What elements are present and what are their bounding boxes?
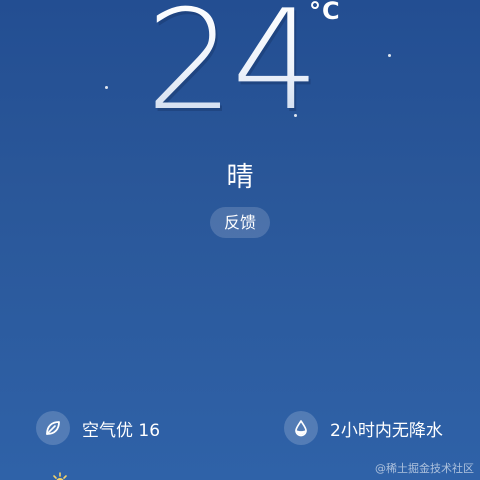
star-decoration (388, 54, 391, 57)
precipitation-item[interactable]: 2小时内无降水 (284, 410, 443, 446)
watermark: @稀土掘金技术社区 (375, 462, 474, 475)
temperature-unit: °C (309, 0, 341, 25)
weather-screen: 24 24 °C 晴 反馈 空气优 16 2小时内无降水 @稀土掘金技术社区 (0, 0, 480, 480)
precipitation-text: 2小时内无降水 (330, 420, 443, 441)
water-drop-icon (284, 411, 318, 445)
air-quality-text: 空气优 16 (82, 420, 161, 441)
star-decoration (105, 86, 108, 89)
sun-icon (53, 472, 67, 480)
temperature-value: 24 (146, 0, 320, 130)
air-quality-item[interactable]: 空气优 16 (36, 410, 160, 446)
leaf-icon (36, 411, 70, 445)
weather-condition: 晴 (226, 162, 254, 193)
feedback-button[interactable]: 反馈 (210, 207, 270, 238)
